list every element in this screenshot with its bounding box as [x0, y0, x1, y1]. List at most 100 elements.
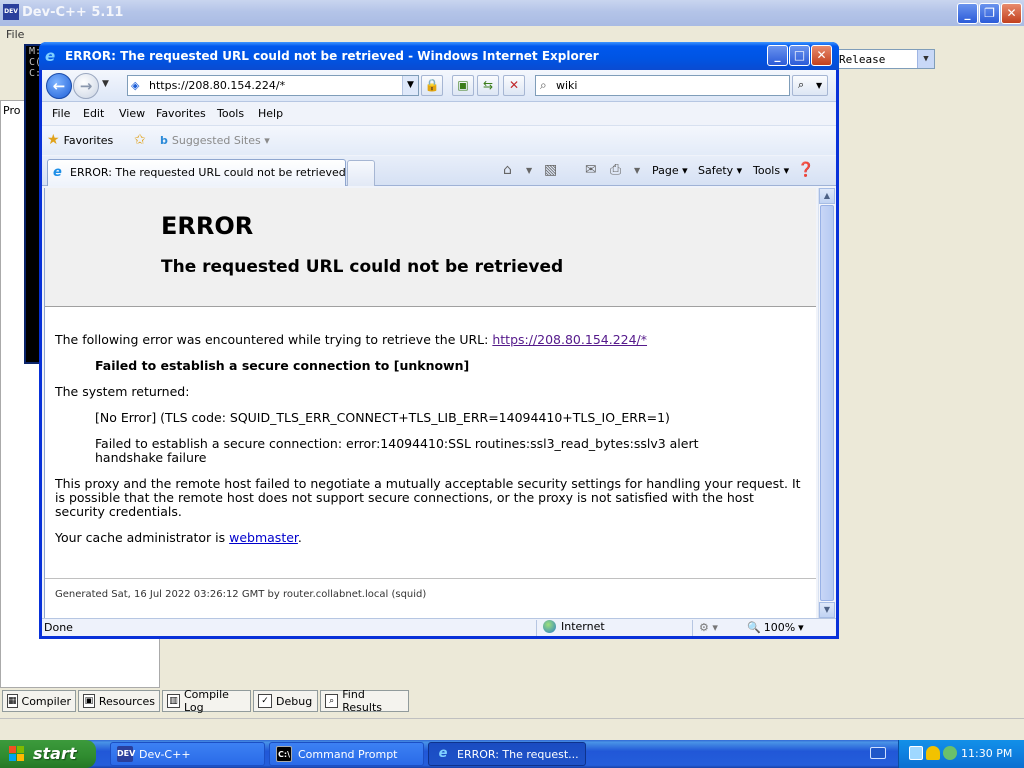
tab-label: Compile Log [183, 688, 229, 714]
scroll-up-icon[interactable]: ▲ [819, 188, 835, 204]
command-prompt-icon: C:\ [276, 746, 292, 762]
network-icon[interactable] [943, 746, 957, 760]
address-bar[interactable]: ◈ https://208.80.154.224/* ▼ [127, 75, 419, 96]
security-zone-label: Internet [561, 620, 605, 633]
refresh-icon[interactable]: ⇆ [477, 75, 499, 96]
new-tab-button[interactable] [347, 160, 375, 186]
ie-maximize-button[interactable]: □ [789, 45, 810, 66]
ie-titlebar[interactable]: e ERROR: The requested URL could not be … [39, 42, 839, 70]
search-go-icon: ⌕ [798, 78, 805, 91]
zoom-chevron-down-icon: ▾ [798, 621, 804, 634]
ie-logo-icon: e [45, 47, 56, 65]
shield-icon[interactable] [926, 746, 940, 760]
menu-tools[interactable]: Tools [217, 107, 244, 120]
scroll-down-icon[interactable]: ▼ [819, 602, 835, 618]
footer-divider [45, 578, 816, 579]
mail-icon[interactable]: ✉ [585, 162, 597, 178]
tab-compiler[interactable]: ▦ Compiler [2, 690, 76, 712]
home-icon[interactable]: ⌂ [503, 162, 512, 178]
tools-menu-button[interactable]: Tools ▾ [753, 164, 789, 177]
error-heading: ERROR [161, 212, 254, 240]
chart-icon: ▥ [167, 694, 180, 708]
resources-icon: ▣ [83, 694, 95, 708]
devcpp-close-button[interactable]: ✕ [1001, 3, 1022, 24]
ie-tabbar: e ERROR: The requested URL could not be … [42, 156, 836, 186]
rss-icon[interactable]: ▧ [544, 162, 557, 178]
printer-icon[interactable]: ⎙ [610, 162, 621, 178]
taskbar-item-devcpp[interactable]: DEV Dev-C++ [110, 742, 265, 766]
ie-statusbar: Done Internet ⚙ ▾ 🔍 100% ▾ [42, 618, 836, 636]
devcpp-titlebar[interactable]: DEV Dev-C++ 5.11 _ ❐ ✕ [0, 0, 1024, 26]
forward-arrow-icon[interactable]: → [73, 73, 99, 99]
status-text: Done [44, 621, 73, 634]
tab-resources[interactable]: ▣ Resources [78, 690, 160, 712]
back-arrow-icon[interactable]: ← [46, 73, 72, 99]
ie-minimize-button[interactable]: _ [767, 45, 788, 66]
page-menu-button[interactable]: Page ▾ [652, 164, 688, 177]
ie-frame: ← → ▼ ◈ https://208.80.154.224/* ▼ 🔒 ▣ ⇆… [42, 70, 836, 636]
devcpp-maximize-button[interactable]: ❐ [979, 3, 1000, 24]
menu-file[interactable]: File [52, 107, 70, 120]
proxy-explanation-line-3: security credentials. [55, 504, 182, 519]
keyboard-icon[interactable] [870, 747, 886, 759]
build-config-select[interactable]: Release ▼ [835, 49, 935, 69]
compatibility-view-icon[interactable]: ▣ [452, 75, 474, 96]
search-button[interactable]: ⌕ ▼ [792, 75, 828, 96]
stop-icon[interactable]: ✕ [503, 75, 525, 96]
display-icon[interactable] [909, 746, 923, 760]
tab-debug[interactable]: ✓ Debug [253, 690, 318, 712]
devcpp-minimize-button[interactable]: _ [957, 3, 978, 24]
taskbar-item-ie[interactable]: e ERROR: The request... [428, 742, 586, 766]
menu-edit[interactable]: Edit [83, 107, 104, 120]
error-url-link[interactable]: https://208.80.154.224/* [492, 332, 647, 347]
protected-mode-icon[interactable]: ⚙ ▾ [699, 621, 718, 634]
recent-pages-chevron-icon[interactable]: ▼ [102, 79, 109, 89]
webmaster-link[interactable]: webmaster [229, 530, 298, 545]
tab-find-results[interactable]: ⌕ Find Results [320, 688, 409, 714]
menu-help[interactable]: Help [258, 107, 283, 120]
search-input[interactable] [556, 77, 786, 94]
ie-close-button[interactable]: ✕ [811, 45, 832, 66]
proxy-explanation-line-2: is possible that the remote host does no… [55, 490, 754, 505]
tab-label: Find Results [342, 688, 382, 714]
project-tab[interactable]: Pro [3, 104, 20, 117]
vertical-scrollbar[interactable]: ▲ ▼ [818, 188, 835, 618]
zoom-level: 100% [763, 621, 796, 634]
bing-icon: b [160, 134, 168, 147]
suggested-sites-label: Suggested Sites [171, 134, 261, 147]
start-button[interactable]: start [0, 740, 96, 768]
menu-view[interactable]: View [119, 107, 145, 120]
devcpp-bottom-tabs: ▦ Compiler ▣ Resources ▥ Compile Log ✓ D… [0, 688, 1024, 714]
lock-icon[interactable]: 🔒 [421, 75, 443, 96]
security-zone[interactable]: Internet [543, 620, 605, 633]
browser-tab-active[interactable]: e ERROR: The requested URL could not be … [47, 159, 346, 186]
suggested-sites-button[interactable]: b Suggested Sites ▾ [160, 134, 270, 147]
taskbar-item-command-prompt[interactable]: C:\ Command Prompt [269, 742, 424, 766]
zoom-control[interactable]: 🔍 100% ▾ [747, 621, 804, 634]
clock[interactable]: 11:30 PM [961, 747, 1012, 760]
safety-menu-button[interactable]: Safety ▾ [698, 164, 742, 177]
home-chevron-down-icon[interactable]: ▼ [526, 166, 532, 175]
ie-menubar: File Edit View Favorites Tools Help [42, 103, 836, 125]
add-favorite-icon[interactable]: ✩ [134, 132, 152, 150]
globe-icon [543, 620, 556, 633]
scroll-thumb[interactable] [820, 205, 834, 601]
menu-favorites[interactable]: Favorites [156, 107, 206, 120]
devcpp-app-icon: DEV [3, 4, 19, 20]
devcpp-app-icon: DEV [117, 746, 135, 762]
tab-label: Compiler [21, 694, 72, 708]
ie-navbar: ← → ▼ ◈ https://208.80.154.224/* ▼ 🔒 ▣ ⇆… [42, 70, 836, 102]
failed-message: Failed to establish a secure connection … [95, 358, 470, 373]
admin-text: Your cache administrator is [55, 530, 230, 545]
address-dropdown-chevron-icon[interactable]: ▼ [402, 76, 418, 95]
find-icon: ⌕ [325, 694, 339, 708]
help-icon[interactable]: ❓ [797, 162, 814, 178]
chevron-down-icon[interactable]: ▼ [917, 50, 934, 68]
intro-text: The following error was encountered whil… [55, 332, 493, 347]
print-chevron-down-icon[interactable]: ▼ [634, 166, 640, 175]
devcpp-menu-file[interactable]: File [6, 28, 24, 41]
tab-compile-log[interactable]: ▥ Compile Log [162, 688, 251, 714]
search-box[interactable]: ⌕ [535, 75, 790, 96]
favorites-button[interactable]: ★ Favorites [47, 132, 113, 148]
search-icon: ⌕ [540, 78, 547, 92]
